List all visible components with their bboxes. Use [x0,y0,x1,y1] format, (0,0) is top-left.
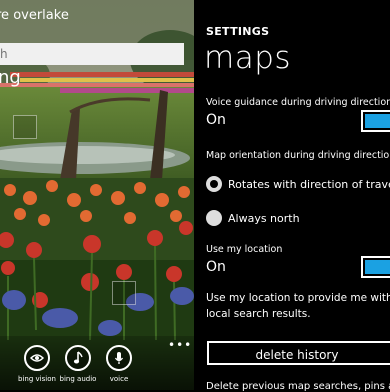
use-location-toggle[interactable] [361,256,390,278]
microphone-icon [106,345,132,371]
app-title: re overlake [0,8,69,23]
location-description-line2: local search results. [206,308,311,320]
settings-page: SETTINGS maps Voice guidance during driv… [194,0,390,392]
voice-guidance-toggle[interactable] [361,110,390,132]
radio-always-north-label[interactable]: Always north [228,212,300,225]
use-location-label: Use my location [206,244,283,255]
location-description-line1: Use my location to provide me with be [206,292,390,304]
music-note-icon [65,345,91,371]
voice-guidance-label: Voice guidance during driving directions [206,97,390,108]
location-description: Use my location to provide me with be lo… [206,290,390,322]
eye-icon [24,345,50,371]
search-input[interactable] [0,43,184,65]
orientation-label: Map orientation during driving direction… [206,150,390,161]
delete-history-button[interactable]: delete history [207,341,390,365]
toggle-fill [365,260,390,274]
voice-button[interactable]: voice [94,345,144,383]
radio-always-north[interactable] [206,210,222,226]
page-title: maps [204,40,292,76]
more-ellipsis-button[interactable]: ••• [168,338,192,352]
use-location-value: On [206,259,226,275]
voice-guidance-value: On [206,112,226,128]
radio-rotates-label[interactable]: Rotates with direction of travel [228,178,390,191]
settings-header: SETTINGS [206,25,270,38]
hotspot-square[interactable] [13,115,37,139]
bing-logo: ng [0,67,21,88]
hotspot-square[interactable] [112,281,136,305]
radio-rotates[interactable] [206,176,222,192]
voice-label: voice [109,375,129,383]
delete-history-description: Delete previous map searches, pins a [206,381,390,392]
bing-home-panel: re overlake ng bing vision bing audio [0,0,194,390]
toggle-fill [365,114,390,128]
